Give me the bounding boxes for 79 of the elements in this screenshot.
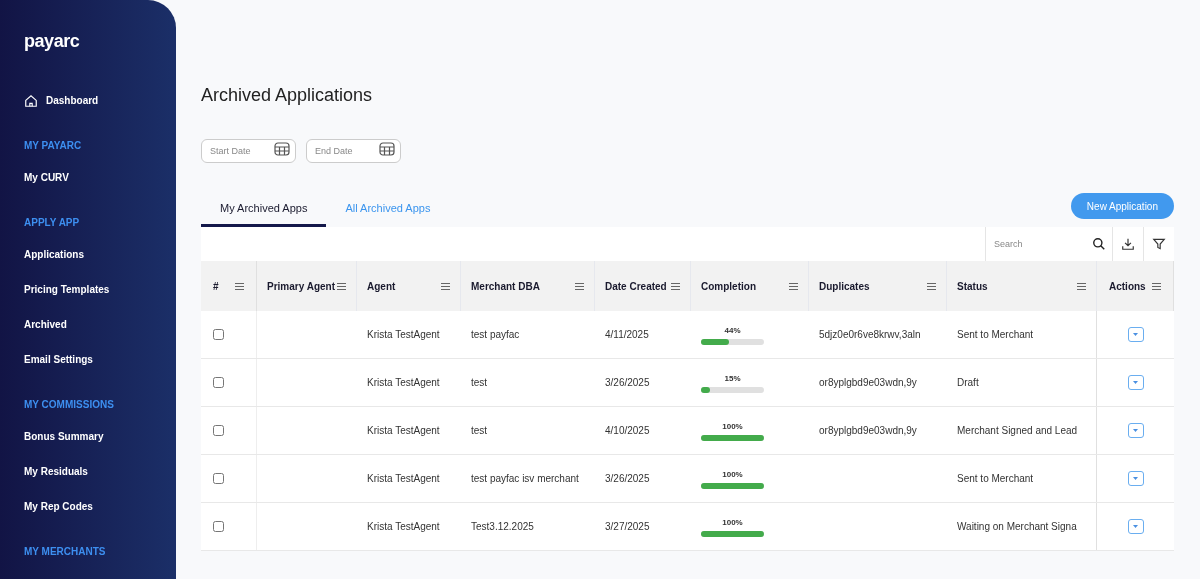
download-icon[interactable] [1121,237,1135,251]
column-menu-icon[interactable] [235,282,244,290]
caret-icon [1133,477,1138,480]
search-icon[interactable] [1092,237,1106,251]
completion-percent: 44% [723,324,742,337]
table-cell-text: Merchant Signed and Lead [957,424,1078,438]
sidebar-item[interactable]: Pricing Templates [24,282,110,297]
caret-icon [1133,525,1138,528]
column-header[interactable]: Primary Agent [267,278,335,294]
table-cell-text: 3/27/2025 [605,520,650,534]
table-cell-text: Krista TestAgent [367,520,440,534]
table-cell-text: test payfac [471,328,520,342]
table-cell-text: 3/26/2025 [605,472,650,486]
row-checkbox[interactable] [213,473,224,484]
page-title: Archived Applications [201,84,374,107]
column-header[interactable]: Completion [701,278,756,294]
table-cell-text: Krista TestAgent [367,472,440,486]
table-cell-text: 3/26/2025 [605,376,650,390]
row-checkbox[interactable] [213,329,224,340]
column-header[interactable]: # [213,278,219,294]
column-menu-icon[interactable] [671,282,680,290]
table-cell-text: Sent to Merchant [957,472,1034,486]
sidebar-item[interactable]: My Residuals [24,464,88,479]
table-cell-text: test [471,376,488,390]
column-menu-icon[interactable] [575,282,584,290]
date-field[interactable]: End Date [306,139,401,163]
sidebar-section-heading: MY MERCHANTS [24,545,107,559]
caret-icon [1133,429,1138,432]
column-menu-icon[interactable] [927,282,936,290]
sidebar-section-heading: APPLY APP [24,216,81,230]
table-cell-text: Sent to Merchant [957,328,1034,342]
logo[interactable]: payarc [24,28,152,55]
column-menu-icon[interactable] [789,282,798,290]
table-cell-text: test payfac isv merchant [471,472,579,486]
row-checkbox[interactable] [213,425,224,436]
column-header[interactable]: Agent [367,278,396,294]
table-cell-text: Draft [957,376,979,390]
table-cell-text: 5djz0e0r6ve8krwv,3aln [819,328,921,342]
calendar-icon[interactable] [379,142,395,156]
table-cell-text: or8yplgbd9e03wdn,9y [819,376,917,390]
table-cell-text: Krista TestAgent [367,328,440,342]
completion-percent: 15% [723,372,742,385]
date-field[interactable]: Start Date [201,139,296,163]
table-cell-text: Waiting on Merchant Signa [957,520,1077,534]
sidebar-section-heading: MY COMMISSIONS [24,398,115,412]
home-icon [24,93,38,108]
column-menu-icon[interactable] [1152,282,1161,290]
sidebar-section-heading: MY PAYARC [24,139,83,153]
sidebar-item[interactable]: Dashboard [46,93,99,108]
column-menu-icon[interactable] [337,282,346,290]
column-menu-icon[interactable] [441,282,450,290]
sidebar-item[interactable]: Bonus Summary [24,429,104,444]
sidebar-item[interactable]: Applications [24,247,84,262]
row-checkbox[interactable] [213,521,224,532]
table-cell-text: Krista TestAgent [367,424,440,438]
sidebar-item[interactable]: My CURV [24,170,69,185]
table-cell-text: 4/10/2025 [605,424,650,438]
caret-icon [1133,381,1138,384]
sidebar-item[interactable]: Archived [24,317,67,332]
caret-icon [1133,333,1138,336]
column-header[interactable]: Status [957,278,988,294]
completion-percent: 100% [721,468,744,481]
sidebar-item[interactable]: My Rep Codes [24,499,93,514]
table-cell-text: or8yplgbd9e03wdn,9y [819,424,917,438]
column-header[interactable]: Actions [1109,278,1146,294]
calendar-icon[interactable] [274,142,290,156]
table-cell-text: test [471,424,488,438]
row-checkbox[interactable] [213,377,224,388]
sidebar-item[interactable]: Email Settings [24,352,93,367]
column-header[interactable]: Date Created [605,278,667,294]
completion-percent: 100% [721,420,744,433]
table-cell-text: Test3.12.2025 [471,520,534,534]
completion-percent: 100% [721,516,744,529]
table-cell-text: Krista TestAgent [367,376,440,390]
column-header[interactable]: Duplicates [819,278,870,294]
table-cell-text: 4/11/2025 [605,328,649,342]
filter-icon[interactable] [1152,237,1166,251]
column-header[interactable]: Merchant DBA [471,278,540,294]
column-menu-icon[interactable] [1077,282,1086,290]
